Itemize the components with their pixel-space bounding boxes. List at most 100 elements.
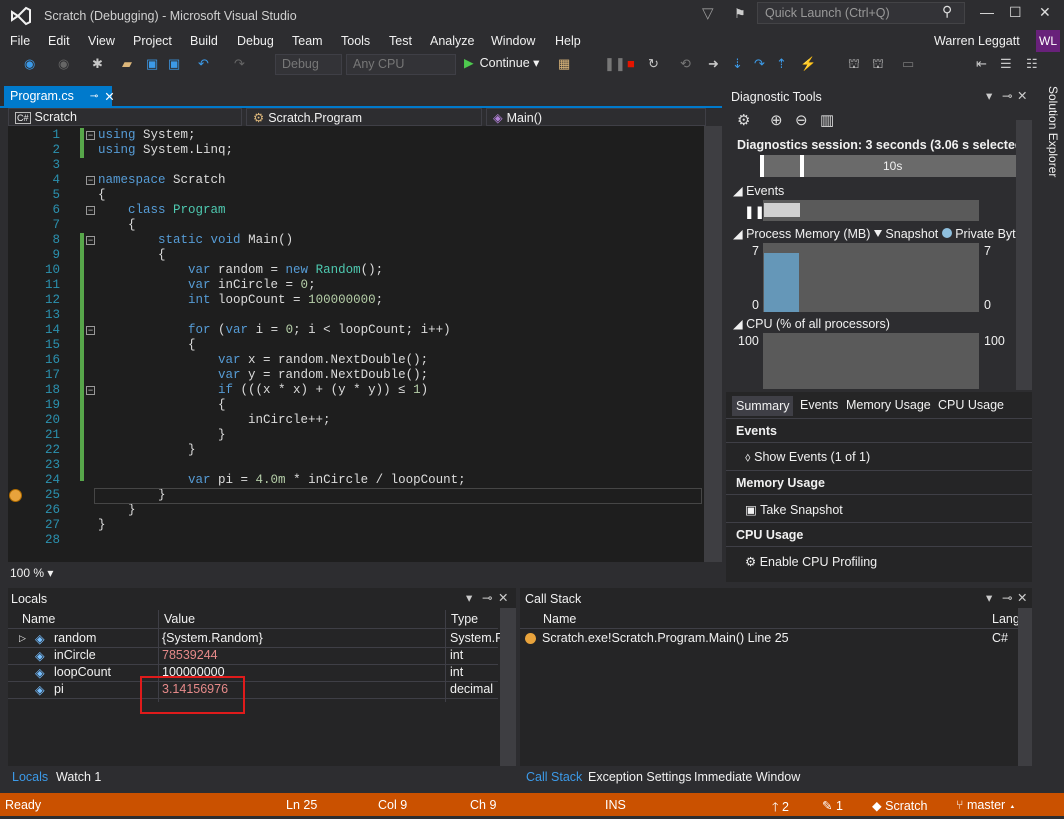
take-snapshot-button[interactable]: ▣ Take Snapshot [745,502,843,517]
class-dropdown[interactable]: ⚙ Scratch.Program [246,108,482,126]
tab-cpu-usage[interactable]: CPU Usage [938,398,1004,412]
step-into-icon[interactable]: ⇣ [732,56,743,72]
new-project-icon[interactable]: ✱ [92,56,103,72]
back-icon[interactable]: ◉ [24,56,35,72]
code-line[interactable]: } [98,443,196,457]
uncomment-icon[interactable]: ☷ [1026,56,1038,72]
locals-col-value[interactable]: Value [164,612,195,626]
memory-graph[interactable] [763,243,979,312]
pending-changes-button[interactable]: ✎ 1 [822,798,843,813]
locals-menu-icon[interactable]: ▾ [466,590,472,605]
collapse-icon[interactable]: − [86,386,95,395]
repository-button[interactable]: ◆ Scratch [872,798,928,813]
menu-project[interactable]: Project [133,34,172,48]
settings-icon[interactable]: ⚙ [737,111,750,129]
expand-icon[interactable]: ▷ [19,633,26,644]
indicator-margin[interactable] [0,126,8,562]
local-value[interactable]: {System.Random} [162,631,263,645]
save-icon[interactable]: ▣ [146,56,158,72]
save-all-icon[interactable]: ▣ [168,56,180,72]
redo-icon[interactable]: ↷ [234,56,245,72]
show-events-link[interactable]: ⬨ Show Events (1 of 1) [745,450,870,465]
close-button[interactable]: ✕ [1039,4,1051,21]
menu-file[interactable]: File [10,34,30,48]
show-next-statement-icon[interactable]: ➜ [708,56,719,72]
editor-vertical-scrollbar[interactable] [704,126,722,562]
code-line[interactable]: var inCircle = 0; [98,278,316,292]
bookmark-icon[interactable]: ⛫ [848,56,860,74]
avatar[interactable]: WL [1036,30,1060,52]
locals-pin-icon[interactable]: ⊸ [482,590,492,605]
quick-launch-input[interactable]: Quick Launch (Ctrl+Q) [757,2,965,24]
feedback-icon[interactable]: ⚑ [734,6,746,22]
tab-memory-usage[interactable]: Memory Usage [846,398,931,412]
bookmark-next-icon[interactable]: ⛫ [872,56,884,74]
collapse-icon[interactable]: − [86,131,95,140]
code-line[interactable]: using System.Linq; [98,143,233,157]
project-dropdown[interactable]: C# Scratch [8,108,242,126]
tab-locals[interactable]: Locals [12,770,48,784]
code-line[interactable]: { [98,398,226,412]
align-icon[interactable]: ⇤ [976,56,987,72]
stop-icon[interactable]: ■ [627,56,635,71]
search-icon[interactable]: ⚲ [942,3,952,20]
menu-edit[interactable]: Edit [48,34,70,48]
selection-end-handle[interactable] [800,155,804,177]
zoom-out-icon[interactable]: ⊖ [795,111,808,129]
local-value[interactable]: 78539244 [162,648,218,662]
bookmark-clear-icon[interactable]: ▭ [902,56,914,72]
code-line[interactable]: class Program [98,203,226,217]
zoom-in-icon[interactable]: ⊕ [770,111,783,129]
menu-view[interactable]: View [88,34,115,48]
code-line[interactable]: inCircle++; [98,413,331,427]
code-line[interactable]: var random = new Random(); [98,263,383,277]
code-line[interactable]: static void Main() [98,233,293,247]
code-line[interactable]: var x = random.NextDouble(); [98,353,428,367]
collapse-icon[interactable]: − [86,206,95,215]
undo-icon[interactable]: ↶ [198,56,209,72]
code-line[interactable]: if (((x * x) + (y * y)) ≤ 1) [98,383,428,397]
call-stack-frame[interactable]: Scratch.exe!Scratch.Program.Main() Line … [542,631,789,645]
user-name[interactable]: Warren Leggatt [934,34,1020,48]
tab-call-stack[interactable]: Call Stack [526,770,582,784]
code-line[interactable]: } [98,518,106,532]
callstack-col-name[interactable]: Name [543,612,576,626]
code-line[interactable]: { [98,188,106,202]
pause-icon[interactable]: ❚❚ [604,56,626,72]
tab-program-cs[interactable]: Program.cs ⊸ ✕ [4,86,115,106]
pin-icon[interactable]: ⊸ [90,91,98,102]
tab-watch-1[interactable]: Watch 1 [56,770,101,784]
break-event-bar[interactable] [764,203,800,217]
close-tab-icon[interactable]: ✕ [104,89,114,104]
close-panel-icon[interactable]: ✕ [1017,88,1027,103]
branch-button[interactable]: ⑂ master ▴ [956,798,1016,812]
code-line[interactable]: for (var i = 0; i < loopCount; i++) [98,323,451,337]
configuration-select[interactable]: Debug [275,54,342,75]
code-line[interactable]: var y = random.NextDouble(); [98,368,428,382]
collapse-icon[interactable]: − [86,236,95,245]
menu-analyze[interactable]: Analyze [430,34,474,48]
tab-summary[interactable]: Summary [732,396,794,416]
code-line[interactable]: { [98,338,196,352]
menu-test[interactable]: Test [389,34,412,48]
restart-icon[interactable]: ↻ [648,56,659,72]
locals-col-type[interactable]: Type [451,612,478,626]
window-menu-icon[interactable]: ▾ [986,88,992,103]
step-out-icon[interactable]: ⇡ [776,56,787,72]
enable-cpu-profiling-button[interactable]: ⚙ Enable CPU Profiling [745,554,877,569]
menu-window[interactable]: Window [491,34,535,48]
editor-horizontal-scrollbar[interactable] [8,562,704,580]
cpu-graph[interactable] [763,333,979,389]
minimize-button[interactable]: — [980,4,994,20]
call-stack-pin-icon[interactable]: ⊸ [1002,590,1012,605]
code-line[interactable]: { [98,248,166,262]
selection-start-handle[interactable] [760,155,764,177]
locals-close-icon[interactable]: ✕ [498,590,508,605]
tab-events[interactable]: Events [800,398,838,412]
maximize-button[interactable]: ☐ [1009,4,1022,21]
platform-select[interactable]: Any CPU [346,54,456,75]
call-stack-close-icon[interactable]: ✕ [1017,590,1027,605]
forward-icon[interactable]: ◉ [58,56,69,72]
reset-view-icon[interactable]: ▥ [820,111,834,129]
code-line[interactable]: using System; [98,128,196,142]
